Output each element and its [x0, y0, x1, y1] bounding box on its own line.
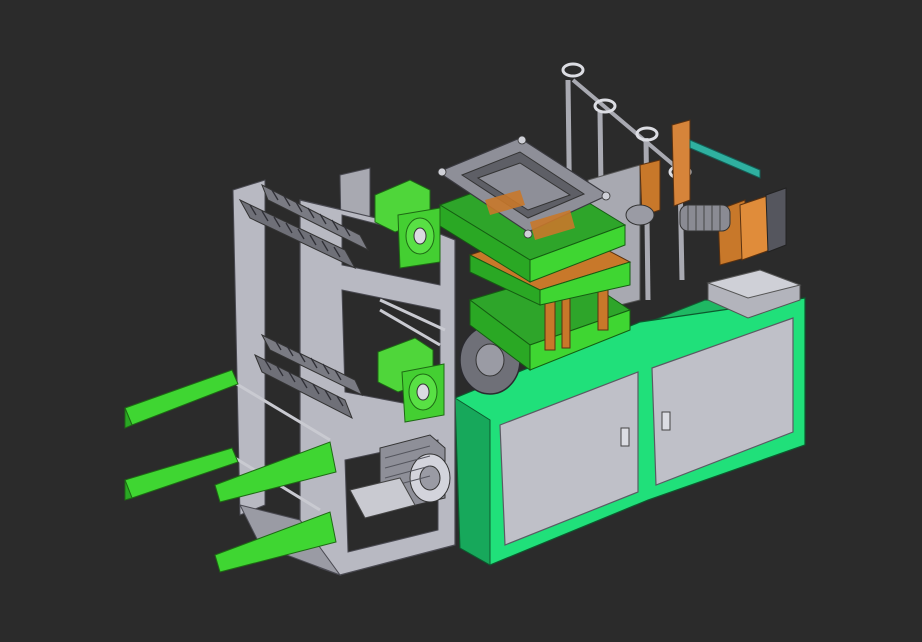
orange-head-4 — [739, 194, 771, 261]
handwheel-1[interactable] — [561, 62, 585, 78]
door-handle-left — [620, 427, 630, 447]
cad-viewport[interactable] — [0, 0, 922, 642]
machine-model — [124, 62, 806, 577]
door-handle-right — [661, 411, 671, 431]
orange-head-2 — [671, 119, 691, 207]
support-arm-1 — [124, 369, 239, 426]
